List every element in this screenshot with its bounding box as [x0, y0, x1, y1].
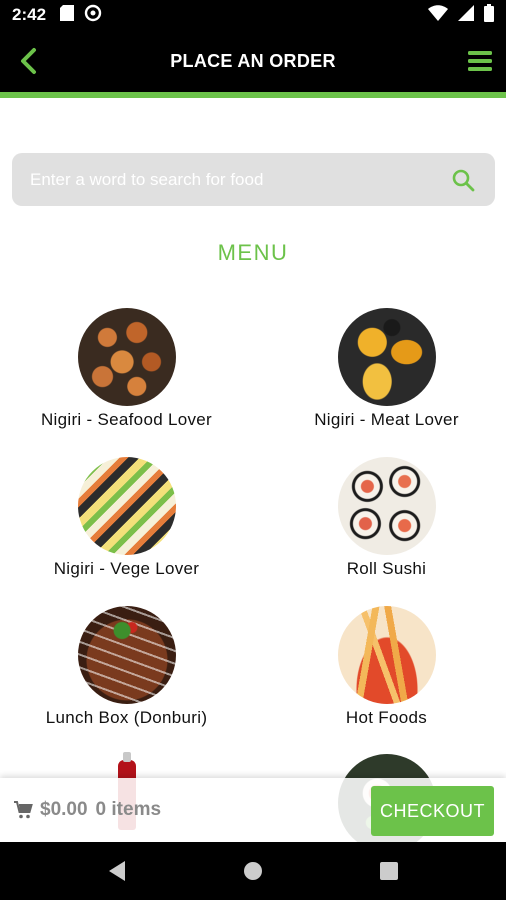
wifi-icon — [428, 4, 448, 26]
search-icon — [452, 169, 475, 191]
nav-recents-button[interactable] — [376, 858, 402, 884]
menu-item-nigiri-seafood-lover[interactable]: Nigiri - Seafood Lover — [0, 308, 253, 430]
menu-heading: MENU — [217, 240, 289, 265]
status-bar: 2:42 — [0, 0, 506, 30]
status-time: 2:42 — [12, 5, 47, 24]
seafood-nigiri-image — [77, 308, 176, 406]
menu-item-label: Roll Sushi — [346, 559, 427, 578]
checkout-button[interactable]: CHECKOUT — [371, 786, 494, 836]
system-nav-bar — [0, 842, 506, 900]
signal-icon — [458, 4, 474, 26]
menu-item-label: Lunch Box (Donburi) — [45, 708, 208, 727]
cart-bar: $0.00 0 items CHECKOUT — [0, 778, 506, 842]
vege-nigiri-image — [77, 457, 176, 555]
battery-icon — [484, 3, 494, 27]
lunch-box-image — [77, 606, 176, 704]
cart-total: $0.00 — [40, 799, 88, 820]
cart-icon — [12, 799, 34, 821]
menu-item-roll-sushi[interactable]: Roll Sushi — [260, 457, 506, 579]
hot-foods-image — [337, 606, 436, 704]
search-bar — [12, 153, 495, 206]
search-input[interactable] — [30, 169, 449, 190]
recents-square-icon — [380, 862, 398, 880]
sd-card-icon — [60, 4, 75, 26]
status-right-icons — [428, 3, 494, 27]
meat-nigiri-image — [337, 308, 436, 406]
hamburger-menu-icon — [468, 51, 492, 71]
data-saver-icon — [84, 4, 102, 27]
menu-item-label: Nigiri - Meat Lover — [314, 410, 459, 429]
menu-item-lunch-box-donburi[interactable]: Lunch Box (Donburi) — [0, 606, 253, 728]
hamburger-menu-button[interactable] — [464, 45, 496, 77]
chevron-left-icon — [21, 48, 36, 74]
home-circle-icon — [244, 862, 262, 880]
cart-item-count: 0 items — [95, 799, 162, 820]
menu-item-label: Hot Foods — [345, 708, 428, 727]
menu-item-hot-foods[interactable]: Hot Foods — [260, 606, 506, 728]
menu-item-nigiri-meat-lover[interactable]: Nigiri - Meat Lover — [260, 308, 506, 430]
menu-item-label: Nigiri - Vege Lover — [53, 559, 200, 578]
nav-back-button[interactable] — [104, 858, 130, 884]
nav-home-button[interactable] — [240, 858, 266, 884]
search-button[interactable] — [449, 166, 477, 194]
menu-item-nigiri-vege-lover[interactable]: Nigiri - Vege Lover — [0, 457, 253, 579]
roll-sushi-image — [337, 457, 436, 555]
back-triangle-icon — [109, 861, 125, 881]
page-title: PLACE AN ORDER — [170, 50, 336, 71]
app-bar-accent-line — [0, 92, 506, 98]
app-bar: PLACE AN ORDER — [0, 30, 506, 92]
back-button[interactable] — [12, 45, 44, 77]
menu-item-label: Nigiri - Seafood Lover — [40, 410, 212, 429]
